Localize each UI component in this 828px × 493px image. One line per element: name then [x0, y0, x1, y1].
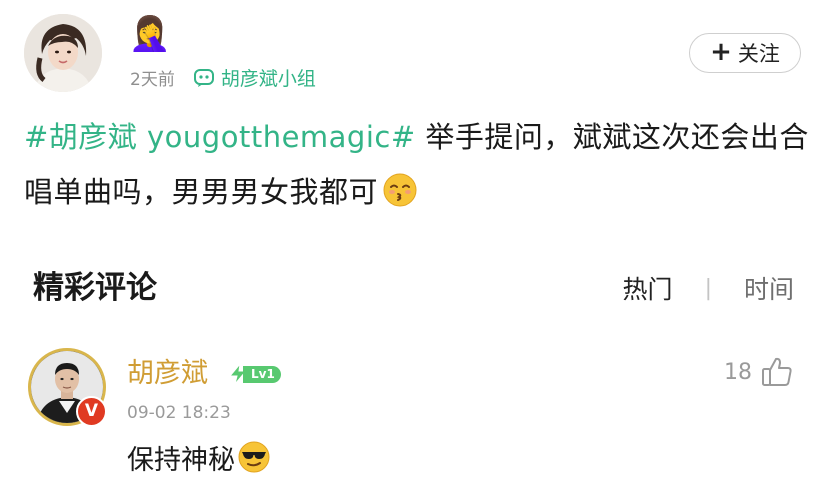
- post-author-avatar[interactable]: [24, 14, 102, 92]
- plus-icon: +: [710, 37, 732, 67]
- facepalm-emoji-icon: 🤦‍♀️: [128, 14, 172, 54]
- tab-time[interactable]: 时间: [744, 270, 794, 306]
- comment-text: 保持神秘: [127, 440, 271, 481]
- sunglasses-face-icon: [237, 440, 271, 474]
- comments-section-title: 精彩评论: [33, 270, 157, 306]
- post-time: 2天前: [130, 69, 175, 90]
- comment-time: 09-02 18:23: [127, 403, 231, 423]
- comment-sort-tabs: 热门 | 时间: [623, 266, 794, 310]
- group-link[interactable]: 胡彦斌小组: [193, 64, 316, 91]
- comment-text-content: 保持神秘: [127, 445, 235, 476]
- group-name: 胡彦斌小组: [220, 67, 316, 90]
- post-meta: 2天前 胡彦斌小组: [130, 62, 316, 92]
- thumbs-up-icon: [760, 355, 794, 389]
- hashtag-link[interactable]: #胡彦斌 yougotthemagic#: [24, 120, 416, 154]
- commenter-username[interactable]: 胡彦斌: [127, 355, 208, 393]
- group-icon: [193, 66, 215, 88]
- avatar-portrait: [24, 14, 102, 92]
- kissing-face-icon: [382, 171, 418, 207]
- level-badge: Lv1: [227, 362, 281, 385]
- level-label: Lv1: [243, 365, 281, 383]
- verified-badge-icon: V: [76, 396, 107, 427]
- follow-button[interactable]: + 关注: [689, 33, 801, 73]
- post-body: #胡彦斌 yougotthemagic# 举手提问，斌斌这次还会出合唱单曲吗，男…: [24, 110, 814, 220]
- like-button[interactable]: 18: [724, 352, 794, 392]
- sort-divider: |: [704, 275, 712, 301]
- follow-label: 关注: [737, 42, 780, 66]
- like-count: 18: [724, 359, 752, 385]
- tab-hot[interactable]: 热门: [623, 270, 673, 306]
